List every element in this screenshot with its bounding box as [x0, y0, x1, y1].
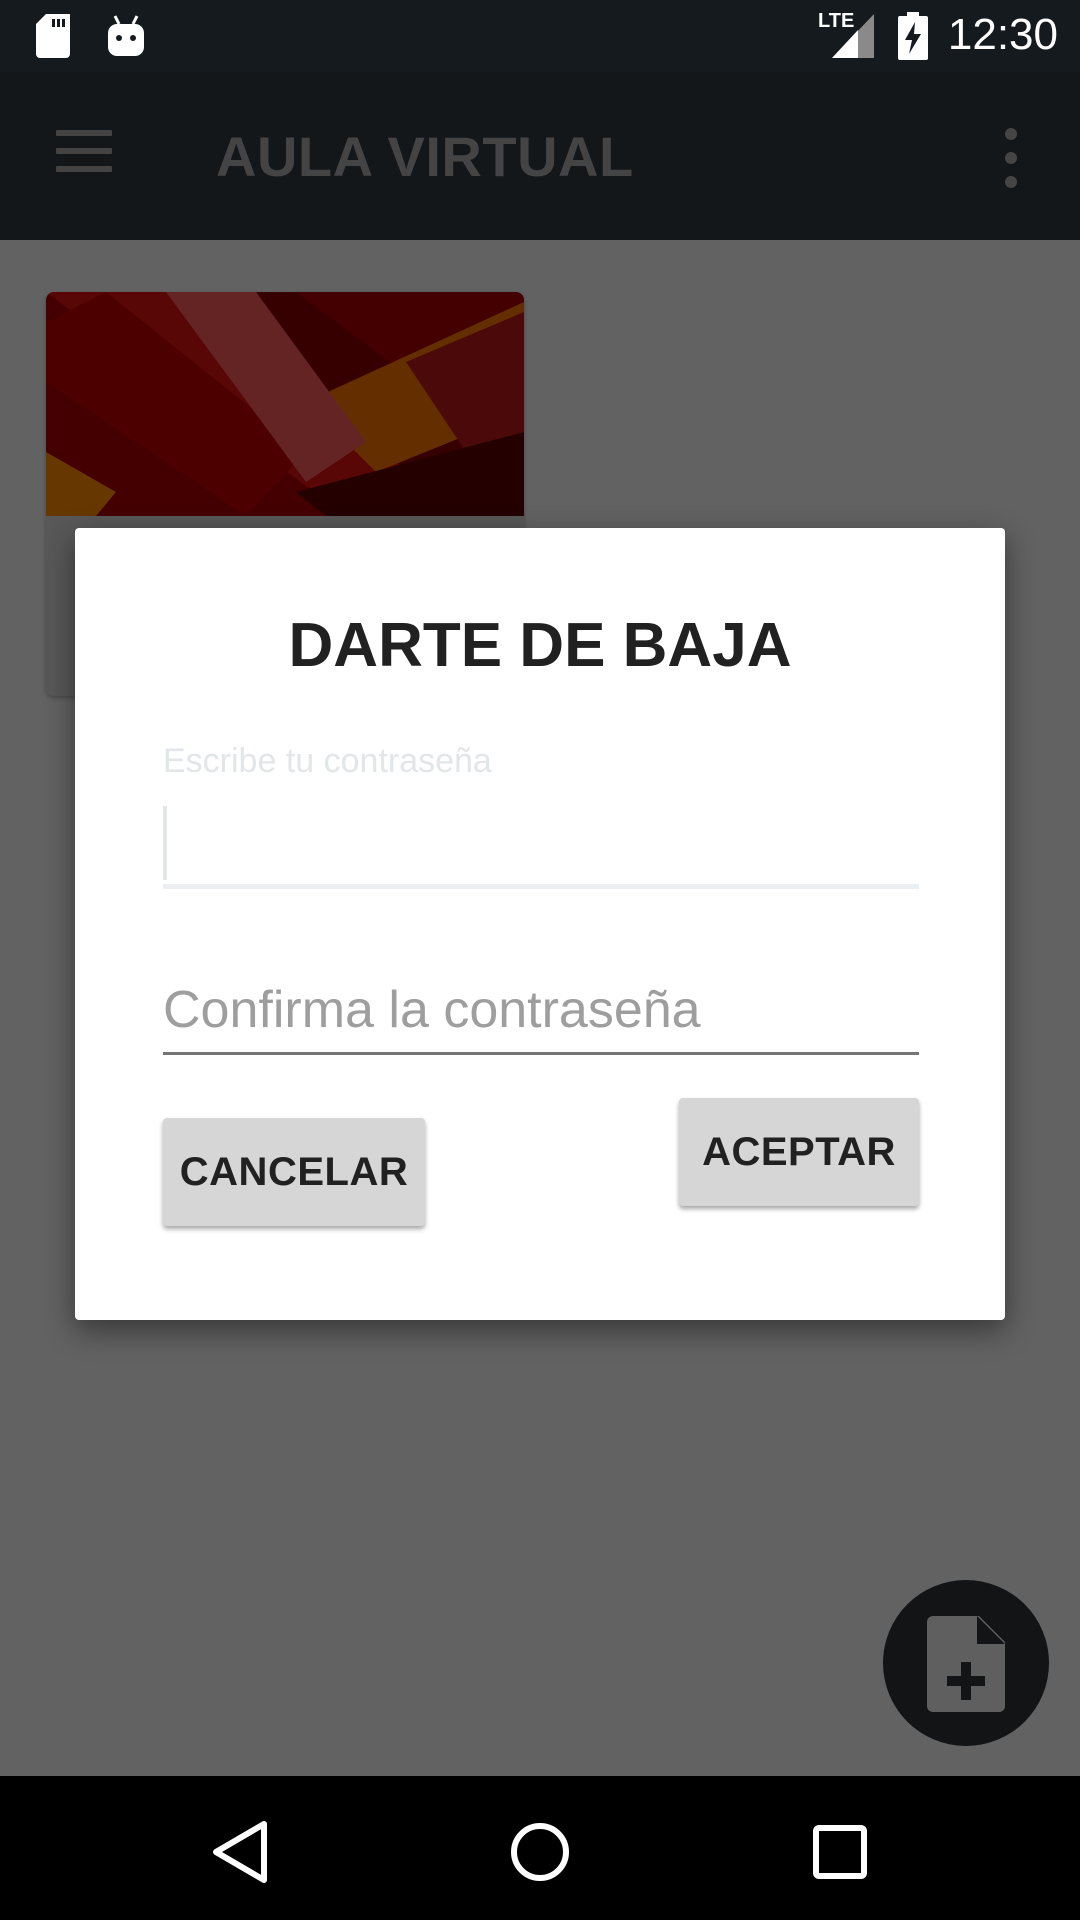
unsubscribe-dialog: DARTE DE BAJA Escribe tu contraseña CANC… — [75, 528, 1005, 1320]
password-field[interactable] — [163, 804, 919, 889]
confirm-password-field[interactable] — [163, 968, 919, 1055]
text-cursor — [163, 806, 167, 880]
status-bar: LTE 12:30 — [0, 0, 1080, 72]
sd-card-icon — [36, 14, 70, 58]
add-document-fab[interactable] — [883, 1580, 1049, 1746]
password-field-label: Escribe tu contraseña — [163, 742, 492, 780]
system-navigation-bar — [0, 1776, 1080, 1920]
back-icon[interactable] — [200, 1812, 280, 1892]
home-icon[interactable] — [500, 1812, 580, 1892]
add-document-icon — [927, 1616, 1005, 1712]
dialog-title: DARTE DE BAJA — [288, 611, 792, 680]
cancel-button[interactable]: CANCELAR — [163, 1118, 425, 1226]
clock: 12:30 — [947, 10, 1058, 59]
accept-button[interactable]: ACEPTAR — [679, 1098, 919, 1206]
signal-icon — [832, 14, 874, 58]
recents-icon[interactable] — [800, 1812, 880, 1892]
android-debug-icon — [108, 15, 144, 56]
battery-charging-icon — [898, 12, 928, 60]
